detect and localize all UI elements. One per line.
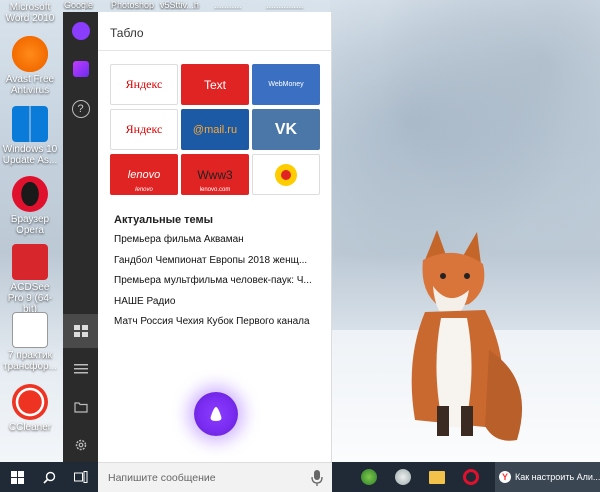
help-icon[interactable]: ? [63,92,98,126]
microphone-icon[interactable] [310,469,324,487]
tray-app-globe-icon[interactable] [352,462,386,492]
alice-app-icon[interactable] [63,52,98,86]
tile-text[interactable]: Text [181,64,249,105]
desktop-icon-word[interactable]: Microsoft Word 2010 [2,0,58,24]
tile-label: lenovo [127,168,161,181]
message-input[interactable]: Напишите сообщение [108,472,216,484]
desktop-icon-document[interactable]: 7 практик трансфор... [2,312,58,372]
tile-label: Www3 [197,167,233,182]
desktop-icon-label: CCleaner [8,422,52,433]
windows-start-icon[interactable] [0,462,34,492]
menu-icon[interactable] [63,352,98,386]
tile-webmoney[interactable]: WebMoney [252,64,320,105]
alice-triangle-icon [210,407,222,421]
trending-topics: Актуальные темы Премьера фильма Акваман … [114,214,324,335]
tile-lenovo[interactable]: lenovo lenovo [110,154,178,195]
task-view-icon[interactable] [64,462,98,492]
opera-taskbar-icon[interactable] [454,462,488,492]
file-explorer-icon[interactable] [420,462,454,492]
desktop-label-top3: ........... [214,0,242,10]
desktop-icon-avast[interactable]: Avast Free Antivirus [2,36,58,96]
topics-header: Актуальные темы [114,214,214,226]
zen-icon [275,163,297,186]
topic-item[interactable]: Матч Россия Чехия Кубок Первого канала [114,314,324,335]
desktop-icon-ccleaner[interactable]: CCleaner [2,384,58,433]
fox-wallpaper-image [411,230,523,441]
tile-sublabel: lenovo [135,187,153,193]
tray-app-disk-icon[interactable] [386,462,420,492]
desktop-label-top4: ............... [266,0,304,10]
desktop-icon-label: ACDSee Pro 9 (64-bit) [7,282,53,315]
search-icon[interactable] [32,462,66,492]
alice-icon[interactable] [63,14,98,48]
desktop-icon-opera[interactable]: Браузер Opera [2,176,58,236]
avast-icon [12,36,48,72]
acdsee-icon [12,244,48,280]
desktop-icon-label: 7 практик трансфор... [3,350,57,372]
topic-item[interactable]: НАШЕ Радио [114,294,324,315]
tile-label: VK [274,120,298,138]
desktop-label-misc: v5Sttiv...h [160,0,199,10]
tile-mailru[interactable]: @mail.ru [181,109,249,150]
alice-panel: Табло Яндекс Text WebMoney Яндекс @mail.… [98,12,332,462]
tile-yandex-2[interactable]: Яндекс [110,109,178,150]
tile-yandex-zen[interactable] [252,154,320,195]
message-input-bar[interactable]: Напишите сообщение [98,462,332,492]
tile-vk[interactable]: VK [252,109,320,150]
tile-www3[interactable]: Www3 lenovo.com [181,154,249,195]
tile-label: WebMoney [268,81,304,88]
windows-icon [12,106,48,142]
desktop-icon-label: Microsoft Word 2010 [5,2,55,24]
desktop-label-google: Google [64,0,94,10]
panel-divider [98,50,332,51]
topic-item[interactable]: Премьера мультфильма человек-паук: Ч... [114,273,324,294]
desktop-icon-acdsee[interactable]: ACDSee Pro 9 (64-bit) [2,244,58,315]
tile-yandex-1[interactable]: Яндекс [110,64,178,105]
tile-sublabel: lenovo.com [199,187,231,193]
panel-title: Табло [110,26,144,40]
desktop-icon-label: Браузер Opera [10,214,50,236]
desktop-top-labels: Google Photoshop v5Sttiv...h ...........… [56,0,336,10]
topic-item[interactable]: Гандбол Чемпионат Европы 2018 женщ... [114,253,324,274]
tiles-icon[interactable] [63,314,98,348]
folder-icon[interactable] [63,390,98,424]
topic-item[interactable]: Премьера фильма Акваман [114,232,324,253]
tile-label: Text [203,77,226,92]
opera-icon [12,176,48,212]
taskbar-task-label: Как настроить Али... [515,472,600,482]
settings-icon[interactable] [63,428,98,462]
document-icon [12,312,48,348]
tile-label: Яндекс [125,77,163,91]
alice-side-rail: ? [63,12,98,462]
ccleaner-icon [12,384,48,420]
yandex-browser-icon: Y [499,471,511,483]
desktop-icon-label: Avast Free Antivirus [5,74,55,96]
alice-voice-button[interactable] [194,392,238,436]
taskbar-active-task[interactable]: Y Как настроить Али... [495,462,600,492]
desktop-label-photoshop: Photoshop [111,0,155,10]
desktop-icon-label: Windows 10 Update As... [2,144,58,166]
tile-label: Яндекс [125,122,163,136]
tile-label: @mail.ru [192,123,238,136]
desktop-icon-windows-update[interactable]: Windows 10 Update As... [2,106,58,166]
